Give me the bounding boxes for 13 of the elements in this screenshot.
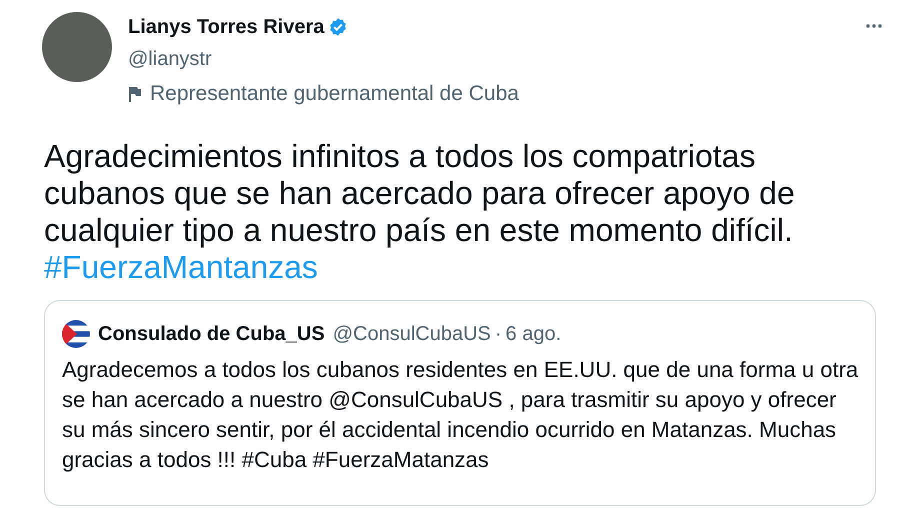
separator-dot: ·: [494, 322, 502, 346]
tweet-text: Agradecimientos infinitos a todos los compatriotas cubanos que se han acercado para ofrecer apoyo de cualquier tipo a nuestro país en este momento difícil.: [44, 138, 796, 248]
more-icon[interactable]: [866, 24, 882, 28]
flag-icon: [128, 86, 142, 102]
quoted-tweet-text: Agradecemos a todos los cubanos residentes en EE.UU. que de una forma u otra se han acercado a nuestro @ConsulCubaUS , para trasmitir su apoyo y ofrecer su más sincero sentir, por él accidental incendio ocurrido en Matanzas. Muchas gracias a todos !!! #Cuba #FuerzaMatanzas: [62, 356, 859, 474]
author-handle[interactable]: @lianystr: [128, 44, 866, 74]
quoted-date[interactable]: 6 ago.: [506, 318, 562, 348]
quoted-author-name[interactable]: Consulado de Cuba_US: [98, 318, 325, 348]
government-label: Representante gubernamental de Cuba: [150, 81, 519, 107]
flag-avatar-icon: [62, 320, 90, 348]
author-name[interactable]: Lianys Torres Rivera: [128, 12, 324, 42]
quoted-tweet-card[interactable]: [44, 300, 876, 506]
quoted-author-handle[interactable]: @ConsulCubaUS: [332, 318, 491, 348]
